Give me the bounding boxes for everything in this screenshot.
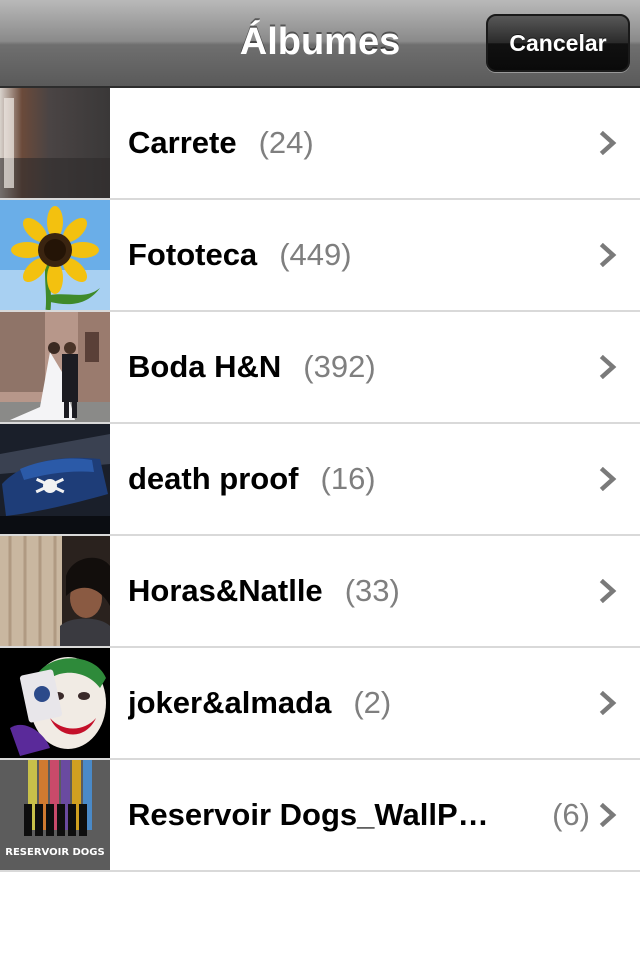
chevron-right-icon [599, 691, 617, 715]
album-thumbnail [0, 88, 110, 198]
album-count: (24) [258, 125, 314, 160]
album-name: Boda H&N [128, 349, 282, 384]
album-label: Reservoir Dogs_WallP… [128, 760, 510, 870]
album-name: death proof [128, 461, 299, 496]
album-thumbnail [0, 536, 110, 646]
album-row-reservoir-dogs[interactable]: RESERVOIR DOGS Reservoir Dogs_WallP… (6) [0, 760, 640, 872]
chevron-right-icon [599, 579, 617, 603]
album-row-carrete[interactable]: Carrete (24) [0, 88, 640, 200]
album-name: Fototeca [128, 237, 258, 272]
album-row-horas-natlle[interactable]: Horas&Natlle (33) [0, 536, 640, 648]
chevron-right-icon [599, 467, 617, 491]
chevron-right-icon [599, 355, 617, 379]
chevron-right-icon [599, 243, 617, 267]
album-row-boda[interactable]: Boda H&N (392) [0, 312, 640, 424]
album-name: Reservoir Dogs_WallP… [128, 797, 489, 832]
album-thumbnail [0, 424, 110, 534]
album-count: (33) [344, 573, 400, 608]
album-row-joker-almada[interactable]: joker&almada (2) [0, 648, 640, 760]
chevron-right-icon [599, 803, 617, 827]
album-label: Boda H&N (392) [128, 312, 580, 422]
album-thumbnail [0, 312, 110, 422]
albums-list: Carrete (24) Fototeca (449) Boda H&N (39… [0, 88, 640, 872]
cancel-button[interactable]: Cancelar [486, 14, 630, 72]
album-count: (16) [320, 461, 376, 496]
album-thumbnail [0, 200, 110, 310]
album-count: (6) [552, 797, 590, 832]
album-label: death proof (16) [128, 424, 580, 534]
album-thumbnail: RESERVOIR DOGS [0, 760, 110, 870]
album-name: Horas&Natlle [128, 573, 323, 608]
album-count: (392) [303, 349, 376, 384]
album-label: Horas&Natlle (33) [128, 536, 580, 646]
navigation-bar: Álbumes Cancelar [0, 0, 640, 88]
album-label: joker&almada (2) [128, 648, 580, 758]
album-name: joker&almada [128, 685, 332, 720]
chevron-right-icon [599, 131, 617, 155]
album-label: Carrete (24) [128, 88, 580, 198]
album-row-fototeca[interactable]: Fototeca (449) [0, 200, 640, 312]
thumbnail-text: RESERVOIR DOGS [5, 847, 104, 858]
album-count: (449) [279, 237, 352, 272]
album-count: (2) [353, 685, 392, 720]
album-row-death-proof[interactable]: death proof (16) [0, 424, 640, 536]
album-thumbnail [0, 648, 110, 758]
album-label: Fototeca (449) [128, 200, 580, 310]
album-name: Carrete [128, 125, 237, 160]
